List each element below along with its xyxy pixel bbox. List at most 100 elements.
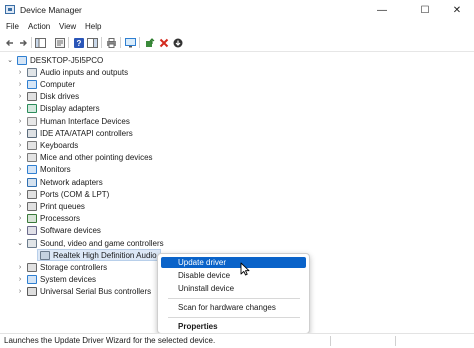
tree-item-label: Disk drives bbox=[40, 92, 80, 102]
back-arrow-icon[interactable] bbox=[4, 37, 15, 48]
tree-item-system-devices[interactable]: System devices bbox=[27, 274, 96, 286]
chevron-right-icon[interactable]: › bbox=[17, 66, 23, 78]
tree-item-label: DESKTOP-J5I5PCO bbox=[30, 55, 104, 65]
tree-item-processors[interactable]: Processors bbox=[27, 213, 80, 225]
tree-item-label: Processors bbox=[40, 214, 81, 224]
chevron-right-icon[interactable]: › bbox=[17, 103, 23, 115]
chevron-right-icon[interactable]: › bbox=[17, 152, 23, 164]
chevron-down-icon[interactable]: ⌄ bbox=[17, 237, 23, 249]
chevron-right-icon[interactable]: › bbox=[17, 127, 23, 139]
tree-item-label: IDE ATA/ATAPI controllers bbox=[40, 128, 133, 138]
chevron-right-icon[interactable]: › bbox=[17, 78, 23, 90]
computer-icon bbox=[17, 55, 27, 65]
tree-item-label: Monitors bbox=[40, 165, 71, 175]
printer-icon bbox=[27, 201, 37, 211]
tree-item-label: Universal Serial Bus controllers bbox=[40, 287, 152, 297]
chevron-right-icon[interactable]: › bbox=[17, 200, 23, 212]
properties-icon[interactable] bbox=[54, 37, 65, 48]
status-text: Launches the Update Driver Wizard for th… bbox=[4, 336, 216, 345]
chevron-right-icon[interactable]: › bbox=[17, 274, 23, 286]
tree-item-label: Sound, video and game controllers bbox=[40, 238, 164, 248]
tree-item-label: Keyboards bbox=[40, 140, 79, 150]
update-driver-icon[interactable] bbox=[144, 37, 155, 48]
status-divider bbox=[395, 336, 396, 346]
processor-icon bbox=[27, 214, 37, 224]
help-icon[interactable]: ? bbox=[73, 37, 84, 48]
tree-item-realtek-high-definition-audio[interactable]: Realtek High Definition Audio bbox=[37, 249, 161, 262]
monitor-icon[interactable] bbox=[125, 37, 136, 48]
chevron-down-icon[interactable]: ⌄ bbox=[7, 54, 13, 66]
action-pane-icon[interactable] bbox=[87, 37, 98, 48]
chevron-right-icon[interactable]: › bbox=[17, 176, 23, 188]
tree-root[interactable]: DESKTOP-J5I5PCO bbox=[17, 54, 103, 66]
chevron-right-icon[interactable]: › bbox=[17, 188, 23, 200]
enable-device-icon[interactable] bbox=[172, 37, 183, 48]
tree-item-ide-ata-atapi-controllers[interactable]: IDE ATA/ATAPI controllers bbox=[27, 127, 133, 139]
tree-item-label: Human Interface Devices bbox=[40, 116, 130, 126]
chevron-right-icon[interactable]: › bbox=[17, 213, 23, 225]
tree-item-label: Realtek High Definition Audio bbox=[53, 250, 157, 260]
chevron-right-icon[interactable]: › bbox=[17, 91, 23, 103]
device-manager-app-icon bbox=[5, 5, 15, 14]
show-hide-console-tree-icon[interactable] bbox=[35, 37, 46, 48]
tree-item-print-queues[interactable]: Print queues bbox=[27, 200, 85, 212]
status-divider bbox=[330, 336, 331, 346]
menu-help[interactable]: Help bbox=[85, 22, 101, 31]
minimize-button[interactable]: — bbox=[365, 0, 399, 20]
tree-item-label: Network adapters bbox=[40, 177, 103, 187]
chevron-right-icon[interactable]: › bbox=[17, 164, 23, 176]
tree-item-keyboards[interactable]: Keyboards bbox=[27, 139, 78, 151]
sound-icon bbox=[27, 238, 37, 248]
context-menu: Update driver Disable device Uninstall d… bbox=[157, 253, 310, 334]
disk-drive-icon bbox=[27, 92, 37, 102]
tree-item-universal-serial-bus-controllers[interactable]: Universal Serial Bus controllers bbox=[27, 286, 151, 298]
mouse-icon bbox=[27, 153, 37, 163]
menu-item-scan-hardware[interactable]: Scan for hardware changes bbox=[161, 302, 306, 313]
title-bar: Device Manager — ☐ ✕ bbox=[0, 0, 474, 20]
tree-item-human-interface-devices[interactable]: Human Interface Devices bbox=[27, 115, 130, 127]
toolbar: ? bbox=[0, 34, 474, 52]
tree-item-monitors[interactable]: Monitors bbox=[27, 164, 71, 176]
forward-arrow-icon[interactable] bbox=[17, 37, 28, 48]
speaker-icon bbox=[40, 250, 50, 260]
uninstall-icon[interactable] bbox=[158, 37, 169, 48]
menu-item-properties[interactable]: Properties bbox=[161, 321, 306, 332]
menu-file[interactable]: File bbox=[6, 22, 19, 31]
menu-action[interactable]: Action bbox=[28, 22, 50, 31]
menu-separator bbox=[168, 317, 300, 318]
chevron-right-icon[interactable]: › bbox=[17, 225, 23, 237]
tree-item-label: Display adapters bbox=[40, 104, 100, 114]
hid-icon bbox=[27, 116, 37, 126]
software-device-icon bbox=[27, 226, 37, 236]
menu-item-uninstall-device[interactable]: Uninstall device bbox=[161, 283, 306, 294]
keyboard-icon bbox=[27, 140, 37, 150]
print-icon[interactable] bbox=[106, 37, 117, 48]
port-icon bbox=[27, 189, 37, 199]
ide-controller-icon bbox=[27, 128, 37, 138]
maximize-button[interactable]: ☐ bbox=[408, 0, 442, 20]
tree-item-label: Audio inputs and outputs bbox=[40, 67, 129, 77]
chevron-right-icon[interactable]: › bbox=[17, 261, 23, 273]
tree-item-display-adapters[interactable]: Display adapters bbox=[27, 103, 100, 115]
system-device-icon bbox=[27, 275, 37, 285]
tree-item-sound-video-and-game-controllers[interactable]: Sound, video and game controllers bbox=[27, 237, 164, 249]
chevron-right-icon[interactable]: › bbox=[17, 286, 23, 298]
tree-item-disk-drives[interactable]: Disk drives bbox=[27, 91, 79, 103]
tree-item-mice-and-other-pointing-devices[interactable]: Mice and other pointing devices bbox=[27, 152, 153, 164]
chevron-right-icon[interactable]: › bbox=[17, 115, 23, 127]
menu-separator bbox=[168, 298, 300, 299]
tree-item-software-devices[interactable]: Software devices bbox=[27, 225, 101, 237]
menu-item-update-driver[interactable]: Update driver bbox=[161, 257, 306, 268]
tree-item-ports-com-lpt[interactable]: Ports (COM & LPT) bbox=[27, 188, 109, 200]
close-button[interactable]: ✕ bbox=[440, 0, 474, 20]
tree-item-computer[interactable]: Computer bbox=[27, 78, 75, 90]
tree-item-audio-inputs-and-outputs[interactable]: Audio inputs and outputs bbox=[27, 66, 128, 78]
tree-item-label: Mice and other pointing devices bbox=[40, 153, 153, 163]
menu-view[interactable]: View bbox=[59, 22, 76, 31]
tree-item-storage-controllers[interactable]: Storage controllers bbox=[27, 261, 107, 273]
tree-item-label: Software devices bbox=[40, 226, 101, 236]
tree-item-label: Computer bbox=[40, 79, 76, 89]
chevron-right-icon[interactable]: › bbox=[17, 139, 23, 151]
menu-item-disable-device[interactable]: Disable device bbox=[161, 270, 306, 281]
tree-item-network-adapters[interactable]: Network adapters bbox=[27, 176, 103, 188]
